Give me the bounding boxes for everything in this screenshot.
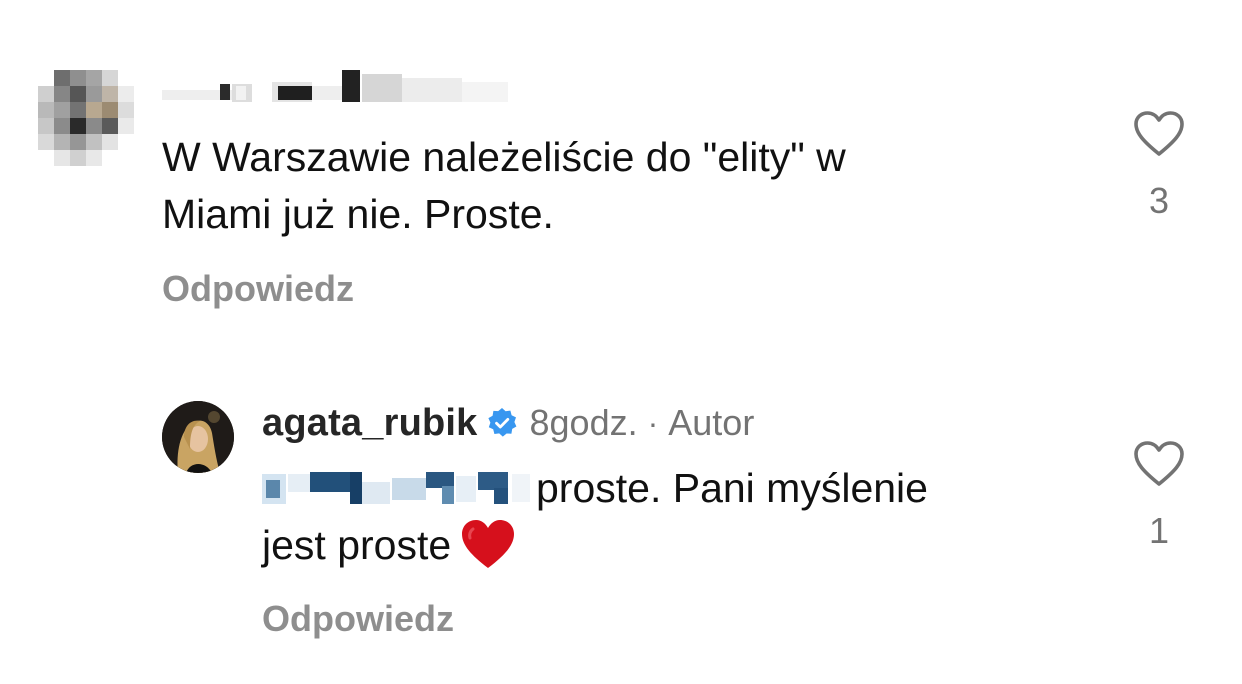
author-label: Autor	[668, 402, 755, 443]
comment-text-line-1: W Warszawie należeliście do "elity" w	[162, 134, 846, 180]
pixelated-avatar-icon	[38, 70, 134, 166]
comment-text: proste. Pani myślenie jest proste	[262, 460, 1062, 574]
comment-2: agata_rubik 8godz. · Autor proste. Pani …	[0, 330, 1242, 684]
comment-text-line-1: proste. Pani myślenie	[262, 460, 1062, 517]
author-avatar[interactable]	[162, 401, 234, 473]
comment-meta	[162, 68, 522, 106]
commenter-avatar[interactable]	[38, 70, 134, 166]
comment-text: W Warszawie należeliście do "elity" w Mi…	[162, 129, 1062, 243]
separator-dot: ·	[647, 404, 659, 441]
profile-photo-avatar	[162, 401, 234, 473]
blurred-username[interactable]	[162, 68, 522, 106]
comment-meta: agata_rubik 8godz. · Autor	[262, 398, 754, 448]
verified-badge-icon	[487, 408, 516, 437]
comment-1: W Warszawie należeliście do "elity" w Mi…	[0, 0, 1242, 330]
reply-button[interactable]: Odpowiedz	[262, 598, 454, 640]
comment-text-content: jest proste	[262, 522, 452, 568]
like-control: 1	[1128, 440, 1190, 552]
blurred-mention[interactable]	[262, 468, 530, 508]
comment-time: 8godz.	[529, 402, 638, 443]
like-control: 3	[1128, 110, 1190, 222]
heart-outline-icon[interactable]	[1133, 110, 1185, 158]
red-heart-emoji-icon	[462, 520, 515, 568]
heart-outline-icon[interactable]	[1133, 440, 1185, 488]
like-count: 1	[1148, 510, 1170, 551]
username[interactable]: agata_rubik	[262, 402, 478, 445]
comment-text-line-2: Miami już nie. Proste.	[162, 191, 554, 237]
comment-text-content: proste. Pani myślenie	[536, 465, 928, 511]
comment-text-line-2: jest proste	[262, 517, 1062, 574]
reply-button[interactable]: Odpowiedz	[162, 268, 354, 310]
like-count: 3	[1148, 180, 1170, 221]
